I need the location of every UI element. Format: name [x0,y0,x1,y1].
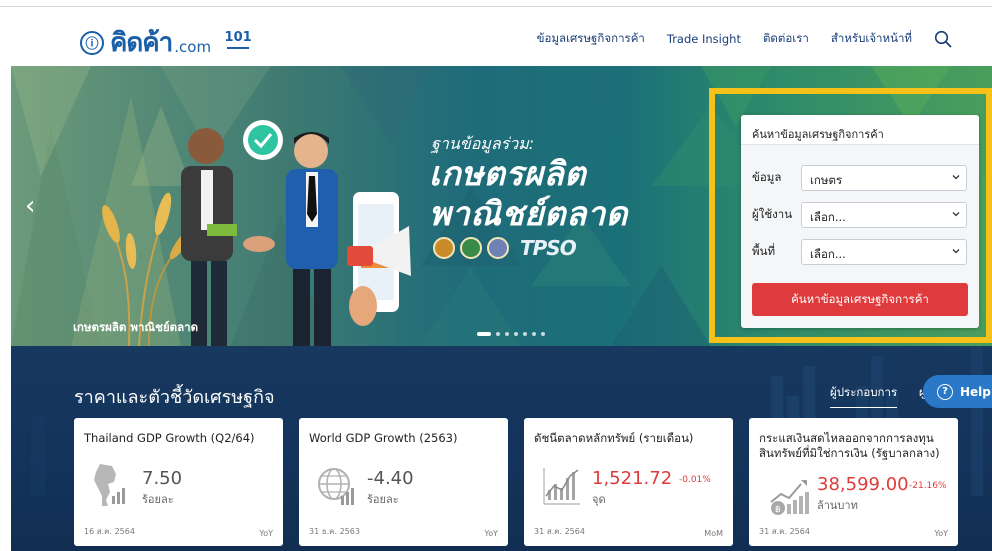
field-area-row: พื้นที่ เลือก... [752,239,967,265]
user-select[interactable]: เลือก... [801,202,967,228]
nav-staff[interactable]: สำหรับเจ้าหน้าที่ [831,30,912,48]
card-title: กระแสเงินสดไหลออกจากการลงทุนสินทรัพย์ที่… [759,431,940,460]
site-header: ⓘ คิดค้า .com 101 ข้อมูลเศรษฐกิจการค้า T… [0,8,992,66]
hero-title: เกษตรผลิต พาณิชย์ตลาด [429,154,628,234]
card-date: 31 ส.ค. 2564 [759,527,810,536]
partner-logos: TPSO [433,236,577,260]
carousel-dot[interactable] [523,332,527,336]
field-label: ข้อมูล [752,170,782,184]
card-value: 7.50 [142,468,183,489]
logo-text: คิดค้า [110,28,173,58]
card-title: World GDP Growth (2563) [309,431,458,445]
card-date: 31 ส.ค. 2564 [534,527,585,536]
carousel-dot[interactable] [541,332,545,336]
tpso-logo: TPSO [520,236,577,260]
card-unit: ร้อยละ [367,493,399,506]
logo-suffix: .com [174,37,212,56]
hero-caption: เกษตรผลิต พาณิชย์ตลาด [73,320,199,334]
globe-chart-icon [318,468,354,505]
ministry-mark: 101 [224,29,252,45]
svg-text:฿: ฿ [775,505,781,515]
help-button[interactable]: ? Help [923,375,992,408]
seal-icon [460,237,482,259]
section-title: ราคาและตัวชี้วัดเศรษฐกิจ [74,387,275,408]
top-border [0,6,992,7]
carousel-dot[interactable] [514,332,518,336]
card-change: -21.16% [909,481,947,491]
stock-chart-icon [543,468,580,505]
ministry-logo[interactable]: 101 [224,29,252,55]
card-unit: ร้อยละ [142,493,174,506]
page: ⓘ คิดค้า .com 101 ข้อมูลเศรษฐกิจการค้า T… [0,0,992,551]
seal-icon [487,237,509,259]
indicator-card-thailand-gdp[interactable]: Thailand GDP Growth (Q2/64) 7.50 ร้อยละ … [74,418,283,546]
card-value: 1,521.72 [592,468,673,489]
card-period: MoM [704,529,723,538]
indicator-card-world-gdp[interactable]: World GDP Growth (2563) -4.40 ร้อยละ 31 … [299,418,508,546]
nav-economic-data[interactable]: ข้อมูลเศรษฐกิจการค้า [537,30,645,48]
carousel-dot[interactable] [505,332,509,336]
economic-indicators-section: ราคาและตัวชี้วัดเศรษฐกิจ ผู้ประกอบการ ผู… [11,346,992,551]
money-growth-icon: ฿ [770,480,809,515]
search-submit-button[interactable]: ค้นหาข้อมูลเศรษฐกิจการค้า [752,283,968,316]
card-period: YoY [259,529,273,538]
card-change: -0.01% [679,475,711,485]
card-period: YoY [934,529,948,538]
card-title: ดัชนีตลาดหลักทรัพย์ (รายเดือน) [534,431,694,445]
area-select[interactable]: เลือก... [801,239,967,265]
field-label: พื้นที่ [752,244,776,258]
card-unit: ล้านบาท [817,499,858,512]
carousel-dots [477,332,550,336]
chevron-down-icon [952,175,960,180]
hero-title-line2: พาณิชย์ตลาด [429,194,628,233]
tab-entrepreneur[interactable]: ผู้ประกอบการ [830,384,898,408]
search-form-heading: ค้นหาข้อมูลเศรษฐกิจการค้า [741,115,979,145]
field-user-row: ผู้ใช้งาน เลือก... [752,202,967,228]
carousel-dot[interactable] [477,332,491,336]
card-date: 31 ธ.ค. 2563 [309,527,360,536]
nav-contact[interactable]: ติดต่อเรา [763,30,809,48]
hero-title-line1: เกษตรผลิต [429,154,587,193]
card-title: Thailand GDP Growth (Q2/64) [84,431,255,445]
indicator-card-cash-outflow[interactable]: กระแสเงินสดไหลออกจากการลงทุนสินทรัพย์ที่… [749,418,958,546]
data-select[interactable]: เกษตร [801,165,967,191]
chevron-down-icon [952,249,960,254]
carousel-dot[interactable] [496,332,500,336]
carousel-dot[interactable] [532,332,536,336]
select-value: เกษตร [810,173,843,187]
nav-trade-insight[interactable]: Trade Insight [667,32,741,46]
card-value: -4.40 [367,468,414,489]
help-label: Help [960,384,991,399]
main-nav: ข้อมูลเศรษฐกิจการค้า Trade Insight ติดต่… [515,30,952,48]
search-form: ค้นหาข้อมูลเศรษฐกิจการค้า ข้อมูล เกษตร ผ… [741,115,979,328]
card-date: 16 ส.ค. 2564 [84,527,135,536]
card-period: YoY [484,529,498,538]
carousel-prev-arrow[interactable]: ‹ [25,193,35,219]
field-label: ผู้ใช้งาน [752,207,793,221]
chevron-down-icon [952,212,960,217]
logo-info-icon: ⓘ [80,30,104,55]
select-value: เลือก... [810,247,846,261]
card-value: 38,599.00 [817,474,909,495]
card-unit: จุด [592,493,606,506]
thailand-map-icon [94,464,125,506]
ministry-logo-underline [227,46,250,49]
site-logo[interactable]: ⓘ คิดค้า .com 101 [80,22,252,63]
seal-icon [433,237,455,259]
search-icon[interactable] [934,30,952,48]
indicator-card-set-index[interactable]: ดัชนีตลาดหลักทรัพย์ (รายเดือน) 1,521.72 … [524,418,733,546]
help-icon: ? [937,383,953,400]
field-data-row: ข้อมูล เกษตร [752,165,967,191]
select-value: เลือก... [810,210,846,224]
